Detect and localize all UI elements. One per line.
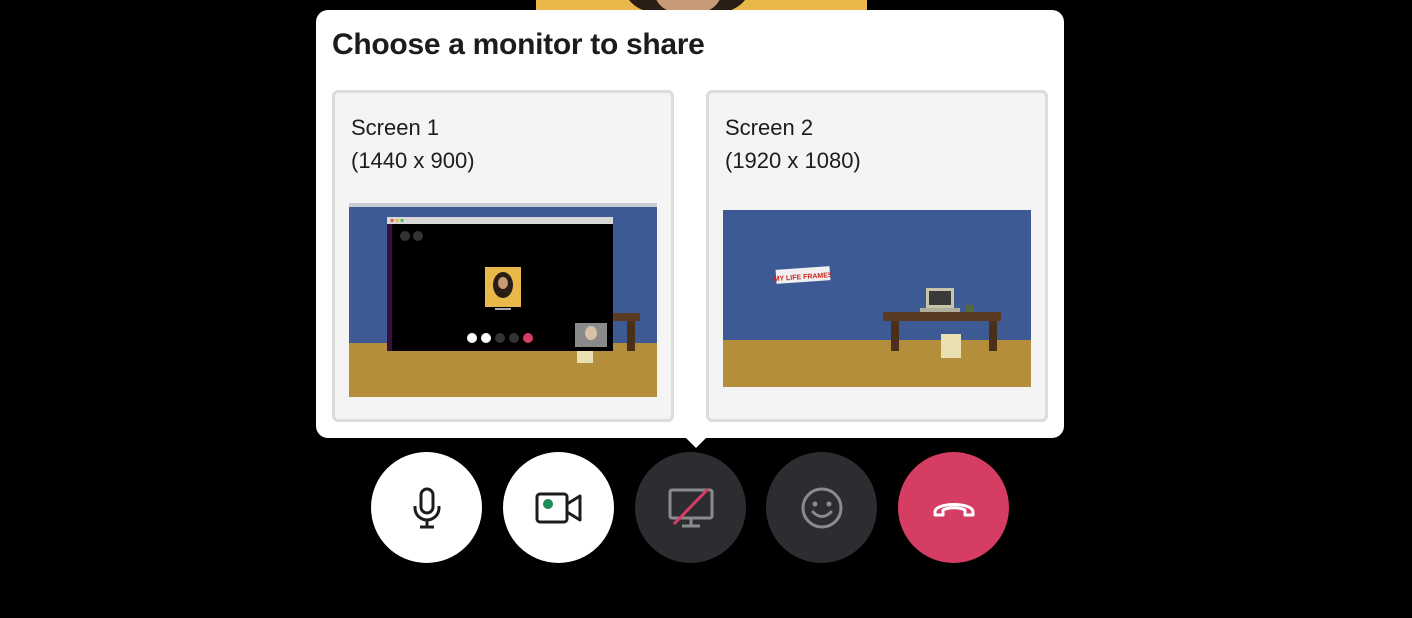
popover-title: Choose a monitor to share — [332, 28, 705, 61]
reactions-button[interactable] — [766, 452, 877, 563]
screen-option-2[interactable]: Screen 2 (1920 x 1080) MY LIFE FRAMES — [706, 90, 1048, 422]
monitor-share-popover: Choose a monitor to share Screen 1 (1440… — [316, 10, 1064, 438]
screen-name: Screen 1 — [351, 115, 440, 140]
screen-resolution: (1920 x 1080) — [725, 148, 861, 173]
video-button[interactable] — [503, 452, 614, 563]
screen-share-button[interactable] — [635, 452, 746, 563]
screen-resolution: (1440 x 900) — [351, 148, 475, 173]
screen-2-thumbnail: MY LIFE FRAMES — [723, 210, 1031, 387]
smiley-icon — [801, 487, 842, 528]
leave-call-button[interactable] — [898, 452, 1009, 563]
screen-name: Screen 2 — [725, 115, 814, 140]
popover-arrow — [684, 436, 708, 448]
video-camera-icon — [535, 492, 581, 523]
screen-share-off-icon — [668, 487, 713, 527]
screen-option-1[interactable]: Screen 1 (1440 x 900) — [332, 90, 674, 422]
microphone-button[interactable] — [371, 452, 482, 563]
hang-up-icon — [933, 502, 974, 516]
screen-1-thumbnail — [349, 203, 657, 397]
microphone-icon — [413, 487, 440, 528]
